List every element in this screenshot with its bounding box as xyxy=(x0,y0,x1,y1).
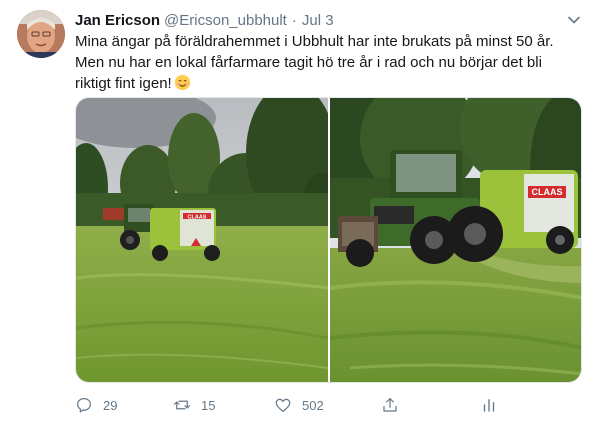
smiling-face-emoji-icon xyxy=(174,74,190,91)
share-icon xyxy=(383,398,397,412)
tweet-header: Jan Ericson @Ericson_ubbhult · Jul 3 xyxy=(75,10,334,30)
baler-brand-text: CLAAS xyxy=(188,215,207,221)
tweet-text: Mina ängar på föräldrahemmet i Ubbhult h… xyxy=(75,31,575,94)
reply-icon xyxy=(77,398,91,413)
tweet-text-line: riktigt fint igen! xyxy=(75,75,172,92)
author-name[interactable]: Jan Ericson xyxy=(75,12,160,29)
separator-dot: · xyxy=(291,11,297,29)
retweet-button[interactable]: 15 xyxy=(173,394,215,416)
tweet-date[interactable]: Jul 3 xyxy=(302,12,334,29)
share-button[interactable] xyxy=(381,394,409,416)
heart-icon xyxy=(275,398,291,412)
chevron-down-icon[interactable] xyxy=(566,12,582,28)
analytics-button[interactable] xyxy=(480,394,508,416)
like-count: 502 xyxy=(302,397,324,413)
tweet-media[interactable]: CLAAS CLAAS xyxy=(75,97,582,383)
avatar[interactable] xyxy=(17,10,65,58)
reply-button[interactable]: 29 xyxy=(75,394,117,416)
photo-tractor-in-meadow[interactable]: CLAAS xyxy=(76,98,328,382)
tweet-actions: 29 15 502 xyxy=(75,394,575,416)
retweet-count: 15 xyxy=(201,397,216,413)
photo-tractor-closeup[interactable]: CLAAS xyxy=(330,98,581,382)
tweet-text-line: Mina ängar på föräldrahemmet i Ubbhult h… xyxy=(75,33,554,50)
retweet-icon xyxy=(173,400,191,410)
author-handle[interactable]: @Ericson_ubbhult xyxy=(164,12,287,29)
like-button[interactable]: 502 xyxy=(274,394,324,416)
tweet[interactable]: Jan Ericson @Ericson_ubbhult · Jul 3 Min… xyxy=(0,0,592,425)
baler-brand-text: CLAAS xyxy=(532,187,563,197)
analytics-icon xyxy=(483,399,495,412)
tweet-text-line: Men nu har en lokal fårfarmare tagit hö … xyxy=(75,54,542,71)
reply-count: 29 xyxy=(103,397,118,413)
